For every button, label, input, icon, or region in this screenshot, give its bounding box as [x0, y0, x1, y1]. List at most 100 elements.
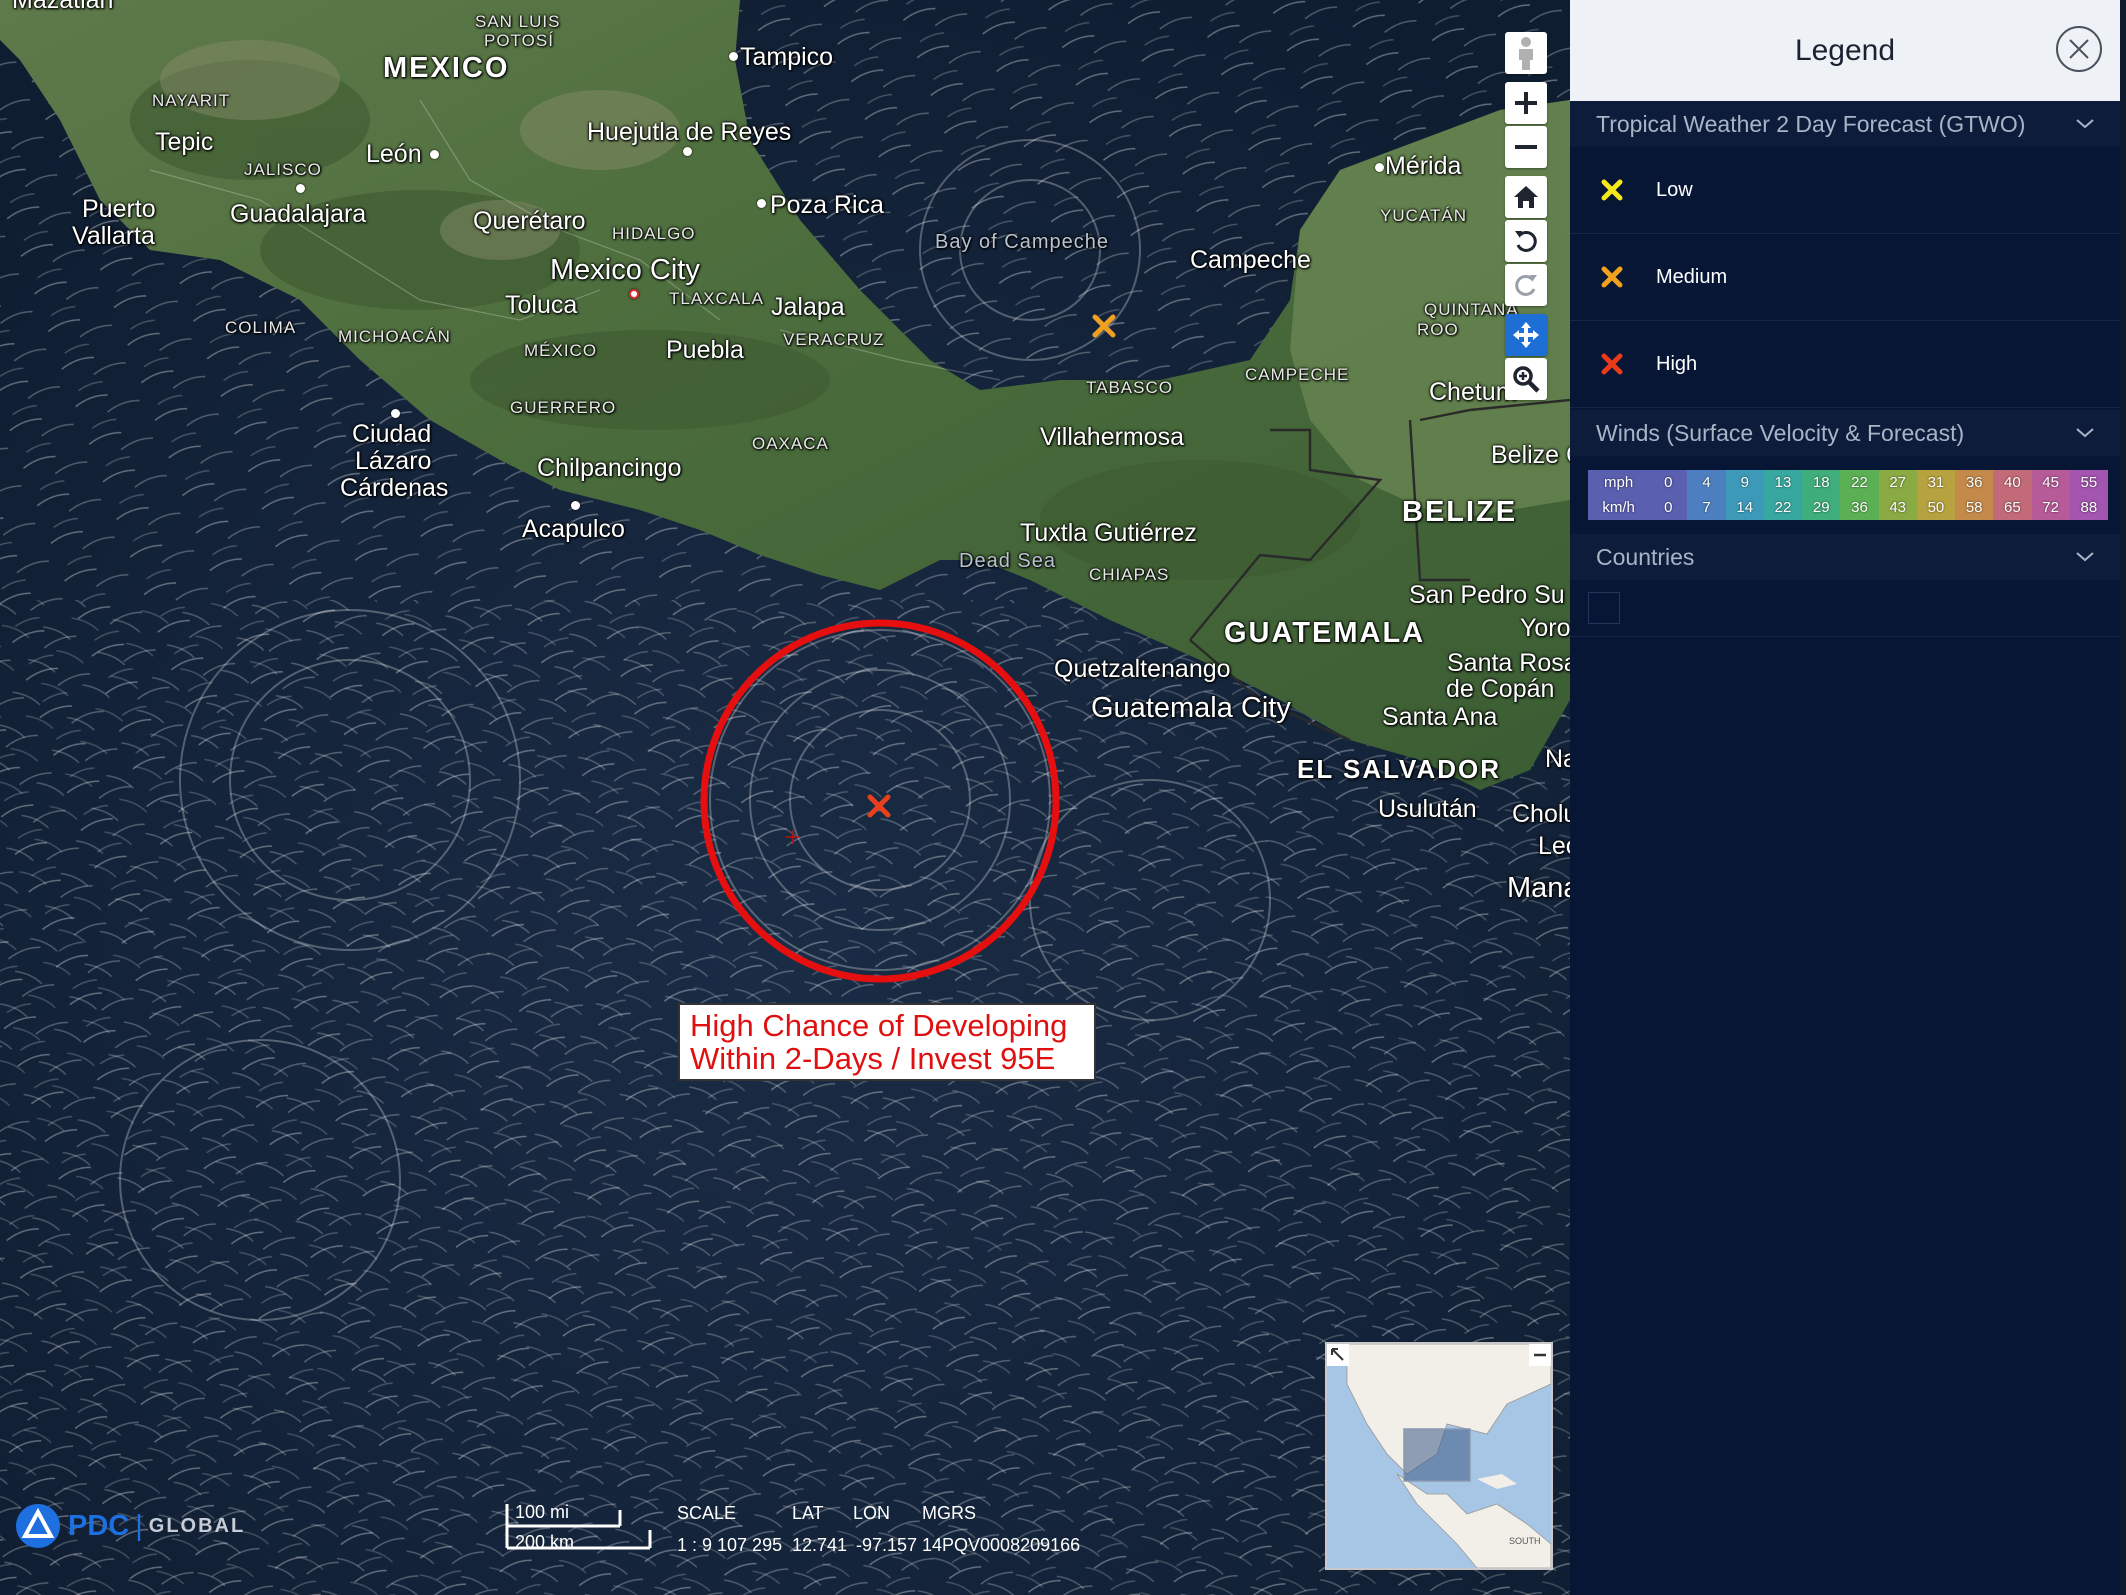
place-el-salvador: EL SALVADOR: [1297, 754, 1502, 784]
overview-minimap[interactable]: SOUTH: [1325, 1342, 1553, 1570]
logo-separator: |: [135, 1509, 143, 1542]
city-dot: [757, 199, 766, 208]
minimap-expand-button[interactable]: [1327, 1344, 1349, 1366]
rotate-right-icon: [1515, 274, 1537, 296]
countries-section-title: Countries: [1596, 543, 1695, 570]
cross-icon: [1601, 266, 1623, 288]
street-view-button[interactable]: [1505, 32, 1547, 74]
wind-kmh-value: 65: [2004, 499, 2021, 516]
place-yoro: Yoro: [1520, 614, 1570, 642]
place-guatemala: GUATEMALA: [1224, 617, 1426, 649]
place-tlaxcala: TLAXCALA: [669, 289, 764, 308]
legend-title: Legend: [1794, 33, 1896, 67]
place-acapulco: Acapulco: [522, 515, 625, 543]
place-guerrero: GUERRERO: [510, 398, 617, 417]
zoom-box-button[interactable]: [1505, 358, 1547, 400]
place-puebla: Puebla: [666, 336, 744, 364]
wind-mph-value: 18: [1812, 474, 1830, 491]
place-villahermosa: Villahermosa: [1040, 423, 1185, 451]
wind-kmh-value: 7: [1702, 499, 1711, 516]
wind-color-scale: mph km/h 00 47 9 14 13 22 18 29 22 36 27 43 3…: [1588, 470, 2108, 520]
wind-kmh-value: 29: [1812, 499, 1830, 516]
place-tampico: Tampico: [740, 43, 834, 71]
place-michoacan: MICHOACÁN: [338, 327, 451, 346]
annotation-line-1: High Chance of Developing: [690, 1008, 1068, 1043]
place-tuxtla: Tuxtla Gutiérrez: [1020, 519, 1197, 547]
wind-mph-value: 9: [1740, 474, 1749, 491]
legend-item-low: Low: [1570, 147, 2120, 234]
winds-section-header[interactable]: Winds (Surface Velocity & Forecast): [1570, 410, 2120, 456]
minus-icon: [1515, 145, 1537, 149]
place-roo: ROO: [1417, 320, 1459, 339]
countries-section-header[interactable]: Countries: [1570, 534, 2120, 580]
place-ciudad: Ciudad: [352, 420, 432, 448]
wind-scale-cell: 31 50: [1916, 470, 1956, 520]
place-potosi: POTOSÍ: [484, 31, 554, 50]
mgrs-value: 14PQV0008209166: [922, 1535, 1081, 1555]
minimap-south-label: SOUTH: [1509, 1536, 1541, 1546]
wind-scale-cell: 18 29: [1802, 470, 1841, 520]
place-mana: Mana: [1507, 872, 1570, 904]
legend-item-label: Medium: [1656, 265, 1728, 288]
minimap-collapse-button[interactable]: [1529, 1344, 1551, 1366]
chevron-down-icon: [2076, 428, 2094, 438]
wind-scale-cell: 13 22: [1763, 470, 1803, 520]
legend-item-label: High: [1656, 352, 1698, 375]
expand-arrow-icon: [1331, 1348, 1344, 1361]
place-merida: Mérida: [1385, 152, 1462, 180]
place-huejutla: Huejutla de Reyes: [587, 118, 792, 146]
place-bay-campeche: Bay of Campeche: [935, 231, 1109, 253]
place-cholu: Cholu: [1512, 800, 1570, 828]
wind-kmh-value: 50: [1927, 499, 1945, 516]
home-button[interactable]: [1505, 176, 1547, 218]
place-belize: BELIZE: [1402, 496, 1518, 528]
place-toluca: Toluca: [505, 291, 578, 319]
pdc-logo: PDC | GLOBAL: [14, 1502, 245, 1550]
countries-swatch: [1588, 592, 1620, 624]
medium-marker[interactable]: [1091, 313, 1117, 339]
close-legend-button[interactable]: [2056, 26, 2102, 72]
zoom-out-button[interactable]: [1505, 126, 1547, 168]
cross-icon: [1092, 314, 1116, 338]
place-oaxaca: OAXACA: [752, 434, 829, 453]
legend-item-high: High: [1570, 321, 2120, 408]
place-vallarta: Vallarta: [72, 222, 155, 250]
city-dot: [729, 52, 738, 61]
countries-legend-item: [1570, 580, 2120, 637]
place-chilpancingo: Chilpancingo: [537, 454, 682, 482]
wind-scale-cell: 36 58: [1955, 470, 1994, 520]
place-hidalgo: HIDALGO: [612, 224, 696, 243]
wind-kmh-value: 14: [1736, 499, 1754, 516]
wind-scale-cell: 22 36: [1840, 470, 1879, 520]
wind-mph-value: 27: [1889, 474, 1907, 491]
place-san-luis: SAN LUIS: [475, 12, 561, 31]
wind-kmh-value: 58: [1965, 499, 1983, 516]
rotate-right-button[interactable]: [1505, 264, 1547, 306]
wind-kmh-value: 0: [1664, 499, 1673, 516]
wind-kmh-value: 36: [1851, 499, 1868, 516]
place-jalisco: JALISCO: [244, 160, 322, 179]
place-chetumal: Chetum: [1429, 378, 1517, 406]
place-belize-city: Belize C: [1491, 441, 1570, 469]
map-view[interactable]: Mazatlán MEXICO SAN LUIS POTOSÍ Tampico …: [0, 0, 1570, 1595]
place-campeche-city: Campeche: [1190, 246, 1311, 274]
scale-miles: 100 mi: [515, 1502, 570, 1522]
wind-kmh-value: 88: [2080, 499, 2098, 516]
zoom-in-button[interactable]: [1505, 82, 1547, 124]
rotate-left-button[interactable]: [1505, 220, 1547, 262]
plus-icon: [1515, 92, 1537, 114]
place-na: Na: [1545, 745, 1570, 773]
wind-scale-cell: 00: [1649, 470, 1688, 520]
logo-pdc-text: PDC: [68, 1509, 130, 1542]
pan-button[interactable]: [1505, 314, 1547, 356]
gtwo-section-header[interactable]: Tropical Weather 2 Day Forecast (GTWO): [1570, 101, 2120, 147]
zoom-box-icon: [1513, 366, 1540, 393]
wind-scale-cell: 47: [1687, 470, 1726, 520]
place-guatemala-city: Guatemala City: [1091, 692, 1291, 724]
place-quetzaltenango: Quetzaltenango: [1054, 655, 1231, 683]
lon-label: LON: [853, 1503, 891, 1523]
scale-label: SCALE: [677, 1503, 737, 1523]
legend-header: Legend: [1570, 0, 2120, 101]
annotation-line-2: Within 2-Days / Invest 95E: [690, 1041, 1056, 1076]
high-marker[interactable]: [866, 793, 892, 819]
